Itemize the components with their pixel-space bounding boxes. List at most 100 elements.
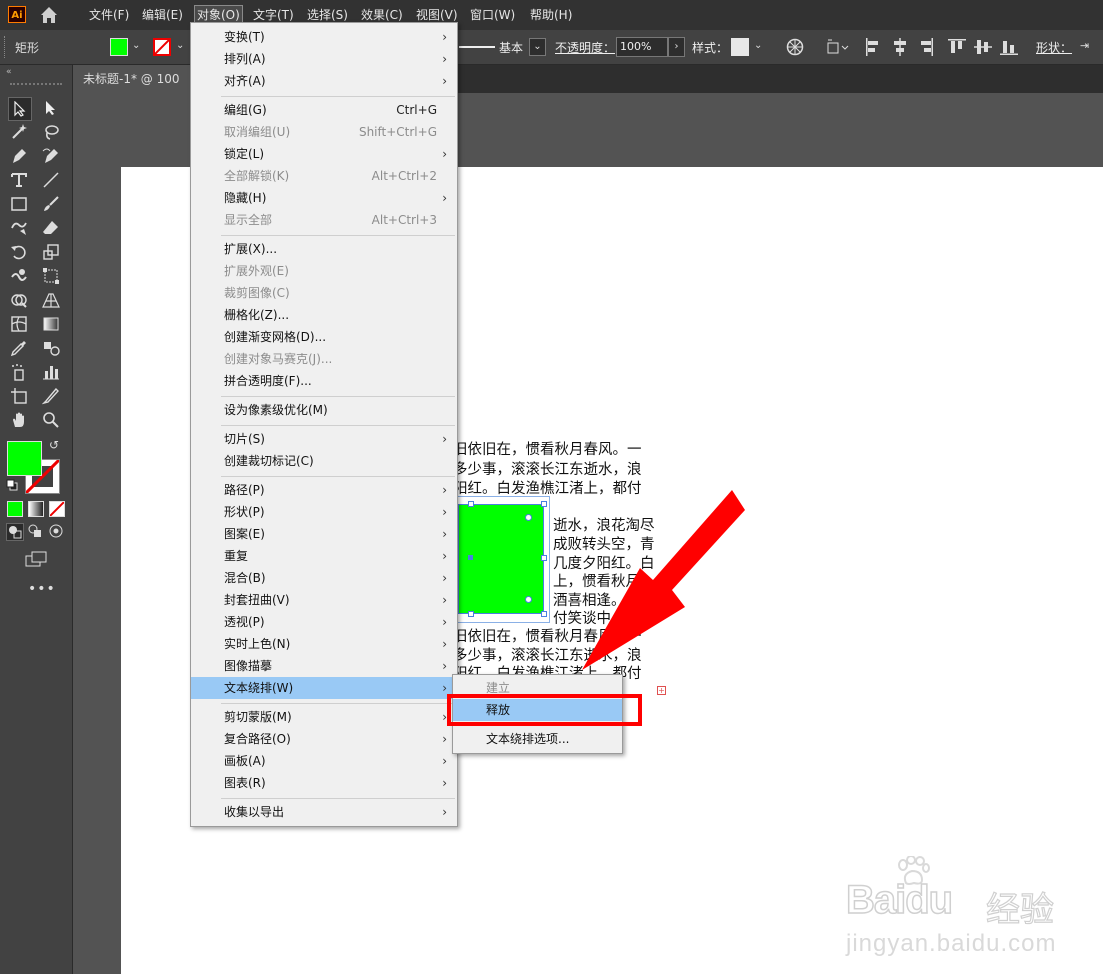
eyedropper-tool-icon[interactable] [8, 337, 30, 359]
menu-edit[interactable]: 编辑(E) [142, 6, 183, 24]
screen-mode-icon[interactable] [24, 550, 48, 568]
menu-item-envelope-distort[interactable]: 封套扭曲(V) › [191, 589, 457, 611]
selection-handle[interactable] [541, 611, 547, 617]
rectangle-tool-icon[interactable] [8, 193, 30, 215]
swap-colors-icon[interactable]: ↺ [49, 438, 59, 452]
selection-handle[interactable] [468, 501, 474, 507]
corner-widget-icon[interactable] [525, 514, 532, 521]
paintbrush-tool-icon[interactable] [40, 193, 62, 215]
menu-item-repeat[interactable]: 重复 › [191, 545, 457, 567]
menu-item-clipping-mask[interactable]: 剪切蒙版(M) › [191, 706, 457, 728]
menu-item-slice[interactable]: 切片(S) › [191, 428, 457, 450]
chevron-down-icon[interactable]: ⌄ [132, 40, 140, 51]
corner-widget-icon[interactable] [525, 596, 532, 603]
rotate-tool-icon[interactable] [8, 241, 30, 263]
opacity-input[interactable]: 100% [616, 37, 668, 57]
symbol-sprayer-tool-icon[interactable] [8, 361, 30, 383]
zoom-tool-icon[interactable] [40, 409, 62, 431]
submenu-item-text-wrap-options[interactable]: 文本绕排选项... [453, 728, 622, 750]
menu-item-lock[interactable]: 锁定(L) › [191, 143, 457, 165]
menu-help[interactable]: 帮助(H) [530, 6, 572, 24]
direct-selection-tool-icon[interactable] [40, 97, 62, 119]
scale-tool-icon[interactable] [40, 241, 62, 263]
menu-item-artboards[interactable]: 画板(A) › [191, 750, 457, 772]
text-line[interactable]: 旧依旧在，惯看秋月春风。一 [453, 441, 642, 459]
transform-icon[interactable] [826, 38, 850, 59]
width-icon[interactable]: ⇥ [1080, 39, 1089, 52]
align-right-icon[interactable] [918, 38, 934, 59]
curvature-tool-icon[interactable] [40, 145, 62, 167]
type-tool-icon[interactable] [8, 169, 30, 191]
shaper-tool-icon[interactable] [8, 217, 30, 239]
line-tool-icon[interactable] [40, 169, 62, 191]
chevron-down-icon[interactable]: ⌄ [176, 40, 184, 51]
fill-color-box[interactable] [7, 441, 42, 476]
hand-tool-icon[interactable] [8, 409, 30, 431]
chevron-right-icon[interactable]: › [668, 37, 685, 57]
warp-tool-icon[interactable] [8, 265, 30, 287]
shape-builder-tool-icon[interactable] [8, 289, 30, 311]
menu-item-compound-path[interactable]: 复合路径(O) › [191, 728, 457, 750]
align-middle-icon[interactable] [974, 38, 992, 59]
menu-item-live-paint[interactable]: 实时上色(N) › [191, 633, 457, 655]
column-graph-tool-icon[interactable] [40, 361, 62, 383]
default-colors-icon[interactable] [6, 479, 18, 491]
menu-file[interactable]: 文件(F) [89, 6, 129, 24]
menu-item-path[interactable]: 路径(P) › [191, 479, 457, 501]
gradient-tool-icon[interactable] [40, 313, 62, 335]
align-center-icon[interactable] [892, 38, 908, 59]
fill-swatch[interactable] [110, 38, 128, 56]
menu-item-group[interactable]: 编组(G) Ctrl+G [191, 99, 457, 121]
text-line[interactable]: 多少事，滚滚长江东逝水，浪 [453, 461, 642, 479]
blend-tool-icon[interactable] [40, 337, 62, 359]
chevron-down-icon[interactable]: ⌄ [529, 38, 546, 56]
slice-tool-icon[interactable] [40, 385, 62, 407]
menu-item-shape[interactable]: 形状(P) › [191, 501, 457, 523]
menu-item-gradient-mesh[interactable]: 创建渐变网格(D)... [191, 326, 457, 348]
selection-handle[interactable] [541, 555, 547, 561]
document-tab[interactable]: 未标题-1* @ 100 % [74, 65, 194, 114]
menu-item-align[interactable]: 对齐(A) › [191, 70, 457, 92]
menu-item-pixel-perfect[interactable]: 设为像素级优化(M) [191, 399, 457, 421]
menu-item-hide[interactable]: 隐藏(H) › [191, 187, 457, 209]
stroke-swatch[interactable] [153, 38, 171, 56]
menu-item-perspective[interactable]: 透视(P) › [191, 611, 457, 633]
menu-window[interactable]: 窗口(W) [470, 6, 515, 24]
collapse-panel-icon[interactable]: « [6, 67, 12, 77]
more-tools-icon[interactable]: ••• [28, 581, 56, 597]
selection-handle[interactable] [468, 611, 474, 617]
selection-tool-icon[interactable] [8, 97, 32, 121]
draw-normal-icon[interactable] [6, 523, 24, 541]
chevron-down-icon[interactable]: ⌄ [754, 40, 762, 51]
menu-item-rasterize[interactable]: 栅格化(Z)... [191, 304, 457, 326]
pen-tool-icon[interactable] [8, 145, 30, 167]
mesh-tool-icon[interactable] [8, 313, 30, 335]
menu-item-expand[interactable]: 扩展(X)... [191, 238, 457, 260]
menu-item-transform[interactable]: 变换(T) › [191, 26, 457, 48]
align-bottom-icon[interactable] [1000, 38, 1018, 59]
menu-item-graph[interactable]: 图表(R) › [191, 772, 457, 794]
panel-grip-icon[interactable] [4, 36, 7, 58]
gradient-mode-icon[interactable] [28, 501, 44, 517]
perspective-grid-tool-icon[interactable] [40, 289, 62, 311]
menu-item-image-trace[interactable]: 图像描摹 › [191, 655, 457, 677]
color-mode-icon[interactable] [7, 501, 23, 517]
eraser-tool-icon[interactable] [40, 217, 62, 239]
align-top-icon[interactable] [948, 38, 966, 59]
menu-item-flatten-transparency[interactable]: 拼合透明度(F)... [191, 370, 457, 392]
menu-item-pattern[interactable]: 图案(E) › [191, 523, 457, 545]
draw-behind-icon[interactable] [27, 523, 45, 541]
artboard-tool-icon[interactable] [8, 385, 30, 407]
align-left-icon[interactable] [865, 38, 881, 59]
home-icon[interactable] [38, 4, 60, 26]
free-transform-tool-icon[interactable] [40, 265, 62, 287]
lasso-tool-icon[interactable] [40, 121, 62, 143]
draw-inside-icon[interactable] [48, 523, 66, 541]
menu-item-trim-marks[interactable]: 创建裁切标记(C) [191, 450, 457, 472]
style-swatch[interactable] [731, 38, 749, 56]
selection-handle[interactable] [541, 501, 547, 507]
menu-item-collect-for-export[interactable]: 收集以导出 › [191, 801, 457, 823]
recolor-icon[interactable] [786, 38, 804, 59]
none-mode-icon[interactable] [49, 501, 65, 517]
menu-item-arrange[interactable]: 排列(A) › [191, 48, 457, 70]
